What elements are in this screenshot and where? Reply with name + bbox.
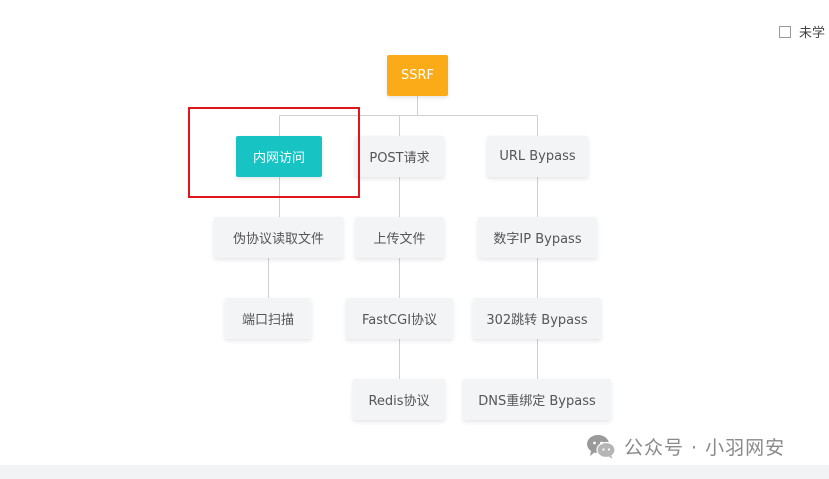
node-post-request[interactable]: POST请求 bbox=[355, 136, 444, 177]
node-redis[interactable]: Redis协议 bbox=[353, 379, 445, 420]
legend-label: 未学 bbox=[799, 26, 826, 41]
unlearned-checkbox[interactable] bbox=[779, 25, 791, 38]
node-302-bypass[interactable]: 302跳转 Bypass bbox=[473, 298, 601, 339]
legend-unlearned[interactable]: 未学 bbox=[779, 22, 825, 41]
watermark: 公众号 · 小羽网安 bbox=[586, 433, 785, 460]
highlight-box bbox=[188, 107, 360, 198]
node-upload-file[interactable]: 上传文件 bbox=[355, 217, 444, 258]
node-pseudo-protocol[interactable]: 伪协议读取文件 bbox=[214, 217, 343, 258]
node-numeric-ip-bypass[interactable]: 数字IP Bypass bbox=[478, 217, 597, 258]
node-dns-rebind-bypass[interactable]: DNS重绑定 Bypass bbox=[463, 379, 611, 420]
node-ssrf[interactable]: SSRF bbox=[387, 55, 448, 96]
mindmap-canvas: 未学 SSRF 内网访问 POST请求 URL Bypass 伪协议读取文件 上… bbox=[0, 0, 829, 479]
watermark-text: 公众号 · 小羽网安 bbox=[624, 437, 786, 459]
footer-bar bbox=[0, 465, 829, 479]
node-url-bypass[interactable]: URL Bypass bbox=[487, 136, 588, 177]
wechat-icon bbox=[587, 434, 616, 459]
node-port-scan[interactable]: 端口扫描 bbox=[225, 298, 311, 339]
node-fastcgi[interactable]: FastCGI协议 bbox=[346, 298, 453, 339]
